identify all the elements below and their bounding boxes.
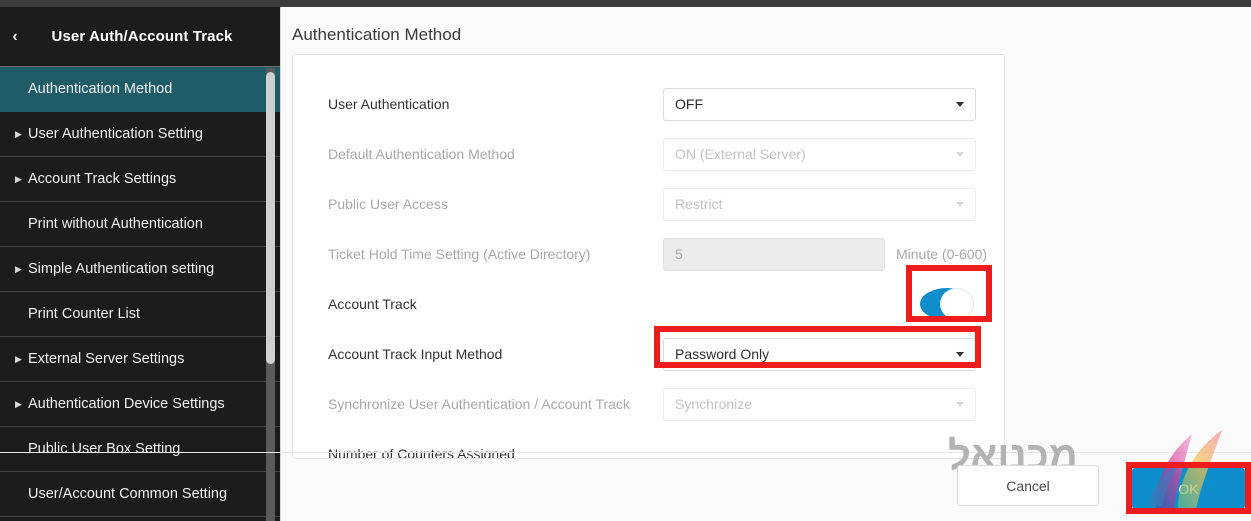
- row-label: Account Track: [328, 296, 417, 312]
- row-label: Synchronize User Authentication / Accoun…: [328, 396, 630, 412]
- chevron-down-icon: [956, 101, 964, 107]
- row-user-authentication: User Authentication OFF: [293, 79, 1004, 129]
- sidebar-item-label: User/Account Common Setting: [28, 486, 228, 502]
- sidebar-item-user-account-common-setting[interactable]: ▶ User/Account Common Setting: [0, 472, 280, 517]
- select-value: Synchronize: [675, 396, 753, 412]
- sidebar-item-label: Account Track Settings: [28, 171, 177, 187]
- sidebar-item-account-track-settings[interactable]: ▶ Account Track Settings: [0, 157, 280, 202]
- row-label: User Authentication: [328, 96, 450, 112]
- public-user-access-select: Restrict: [663, 187, 976, 221]
- row-label: Default Authentication Method: [328, 146, 515, 162]
- chevron-down-icon: [956, 351, 964, 357]
- sidebar-item-label: Print without Authentication: [28, 216, 203, 232]
- page-title: Authentication Method: [292, 25, 462, 44]
- row-label: Public User Access: [328, 196, 448, 212]
- sidebar-item-label: Simple Authentication setting: [28, 261, 215, 277]
- user-authentication-select[interactable]: OFF: [663, 87, 976, 121]
- row-account-track: Account Track: [293, 279, 1004, 329]
- settings-card: User Authentication OFF Default Authenti…: [292, 54, 1005, 459]
- synchronize-select: Synchronize: [663, 387, 976, 421]
- caret-right-icon: ▶: [15, 398, 22, 409]
- default-authentication-method-select: ON (External Server): [663, 137, 976, 171]
- cancel-button-label: Cancel: [1006, 477, 1050, 494]
- row-synchronize-user-auth-account-track: Synchronize User Authentication / Accoun…: [293, 379, 1004, 429]
- sidebar-item-label: User Authentication Setting: [28, 126, 203, 142]
- chevron-left-icon[interactable]: ‹: [0, 28, 30, 45]
- row-number-of-counters-assigned: Number of Counters Assigned: [293, 429, 1004, 458]
- toggle-knob: [940, 288, 974, 320]
- ticket-hold-time-input: 5: [663, 237, 885, 271]
- chevron-down-icon: [956, 151, 964, 157]
- caret-right-icon: ▶: [15, 263, 22, 274]
- sidebar-title: User Auth/Account Track: [51, 28, 233, 45]
- select-value: ON (External Server): [675, 146, 806, 162]
- window-top-bar: [0, 0, 1251, 7]
- account-track-toggle[interactable]: [920, 288, 974, 320]
- row-ticket-hold-time: Ticket Hold Time Setting (Active Directo…: [293, 229, 1004, 279]
- sidebar-item-label: Print Counter List: [28, 306, 141, 322]
- sidebar-scrollbar-thumb[interactable]: [266, 72, 275, 364]
- sidebar-item-authentication-method[interactable]: ▶ Authentication Method: [0, 67, 280, 112]
- sidebar-item-label: External Server Settings: [28, 351, 185, 367]
- row-default-authentication-method: Default Authentication Method ON (Extern…: [293, 129, 1004, 179]
- row-label: Ticket Hold Time Setting (Active Directo…: [328, 246, 591, 262]
- select-value: Restrict: [675, 196, 723, 212]
- sidebar-item-public-user-box-setting[interactable]: ▶ Public User Box Setting: [0, 427, 280, 472]
- sidebar-header: ‹ User Auth/Account Track: [0, 7, 280, 67]
- sidebar-nav: ▶ Authentication Method ▶ User Authentic…: [0, 67, 280, 517]
- sidebar-item-label: Authentication Device Settings: [28, 396, 225, 412]
- row-label: Account Track Input Method: [328, 346, 503, 362]
- chevron-down-icon: [956, 201, 964, 207]
- sidebar-item-simple-authentication-setting[interactable]: ▶ Simple Authentication setting: [0, 247, 280, 292]
- app-window: ‹ User Auth/Account Track ▶ Authenticati…: [0, 0, 1251, 521]
- sidebar-item-external-server-settings[interactable]: ▶ External Server Settings: [0, 337, 280, 382]
- caret-right-icon: ▶: [15, 353, 22, 364]
- sidebar-item-authentication-device-settings[interactable]: ▶ Authentication Device Settings: [0, 382, 280, 427]
- main-content: Authentication Method User Authenticatio…: [281, 7, 1251, 521]
- cancel-button[interactable]: Cancel: [957, 465, 1099, 506]
- sidebar-item-user-authentication-setting[interactable]: ▶ User Authentication Setting: [0, 112, 280, 157]
- select-value: Password Only: [675, 346, 770, 362]
- sidebar-scrollbar-track[interactable]: [266, 68, 275, 521]
- sidebar: ‹ User Auth/Account Track ▶ Authenticati…: [0, 7, 281, 521]
- chevron-down-icon: [956, 401, 964, 407]
- account-track-input-method-select[interactable]: Password Only: [663, 337, 976, 371]
- ok-button[interactable]: OK: [1132, 468, 1245, 509]
- sidebar-item-label: Authentication Method: [28, 81, 173, 97]
- select-value: OFF: [675, 96, 703, 112]
- sidebar-item-print-without-authentication[interactable]: ▶ Print without Authentication: [0, 202, 280, 247]
- caret-right-icon: ▶: [15, 128, 22, 139]
- row-account-track-input-method: Account Track Input Method Password Only: [293, 329, 1004, 379]
- sidebar-item-print-counter-list[interactable]: ▶ Print Counter List: [0, 292, 280, 337]
- ticket-hold-time-unit: Minute (0-600): [896, 246, 988, 262]
- caret-right-icon: ▶: [15, 173, 22, 184]
- ok-button-label: OK: [1178, 480, 1199, 497]
- sidebar-item-label: Public User Box Setting: [28, 441, 181, 457]
- row-public-user-access: Public User Access Restrict: [293, 179, 1004, 229]
- input-value: 5: [675, 246, 683, 262]
